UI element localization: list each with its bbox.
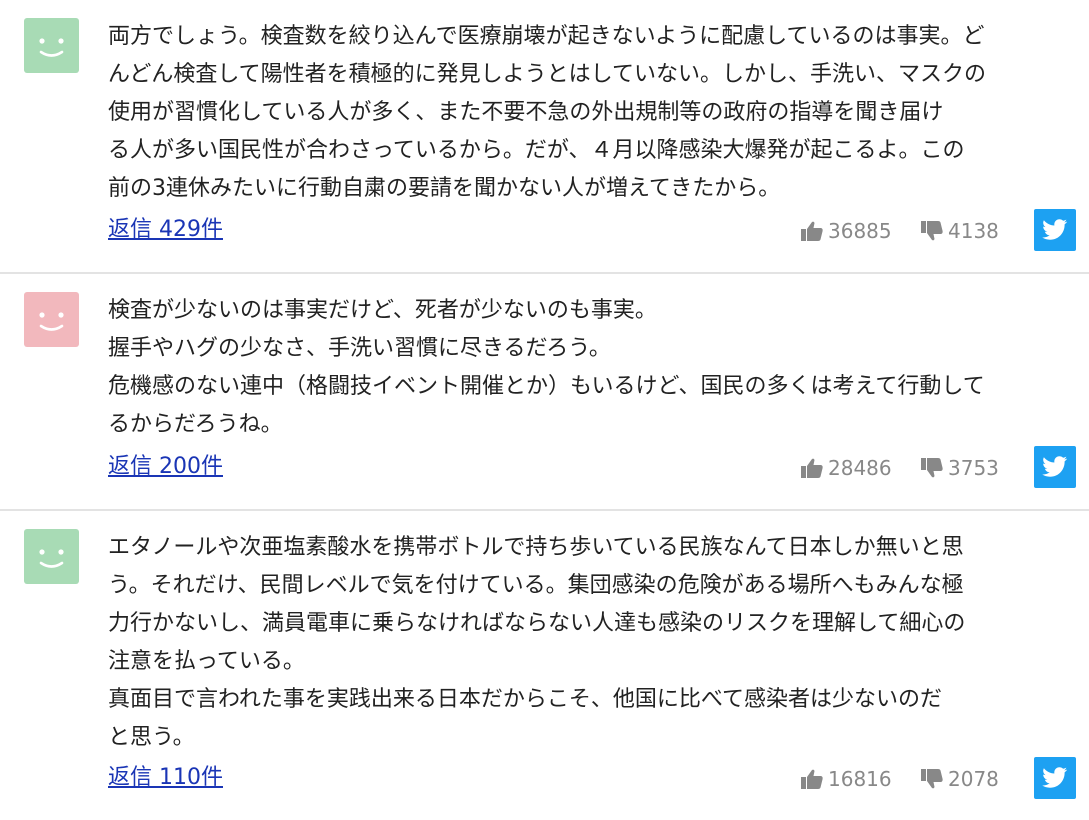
dislike-count: 4138 bbox=[948, 219, 999, 243]
dislike-button[interactable]: 3753 bbox=[920, 455, 999, 481]
twitter-share-button[interactable] bbox=[1034, 209, 1076, 251]
comment-line: るからだろうね。 bbox=[108, 412, 283, 437]
avatar bbox=[24, 292, 79, 347]
like-button[interactable]: 28486 bbox=[800, 455, 892, 481]
dislike-button[interactable]: 4138 bbox=[920, 218, 999, 244]
comment-line: んどん検査して陽性者を積極的に発見しようとはしていない。しかし、手洗い、マスクの bbox=[108, 62, 987, 87]
dislike-count: 2078 bbox=[948, 767, 999, 791]
twitter-icon bbox=[1042, 456, 1068, 477]
comment-text: 両方でしょう。検査数を絞り込んで医療崩壊が起きないように配慮しているのは事実。ど… bbox=[108, 18, 1068, 208]
comment-item: 両方でしょう。検査数を絞り込んで医療崩壊が起きないように配慮しているのは事実。ど… bbox=[0, 0, 1089, 274]
comment-list: 両方でしょう。検査数を絞り込んで医療崩壊が起きないように配慮しているのは事実。ど… bbox=[0, 0, 1089, 820]
comment-item: 検査が少ないのは事実だけど、死者が少ないのも事実。 握手やハグの少なさ、手洗い習… bbox=[0, 274, 1089, 511]
comment-line: エタノールや次亜塩素酸水を携帯ボトルで持ち歩いている民族なんて日本しか無いと思 bbox=[108, 535, 964, 560]
comment-line: と思う。 bbox=[108, 725, 195, 750]
comment-line: 両方でしょう。検査数を絞り込んで医療崩壊が起きないように配慮しているのは事実。ど bbox=[108, 24, 985, 49]
like-count: 36885 bbox=[828, 219, 892, 243]
comment-line: 力行かないし、満員電車に乗らなければならない人達も感染のリスクを理解して細心の bbox=[108, 611, 966, 636]
comment-line: 注意を払っている。 bbox=[108, 649, 305, 674]
twitter-icon bbox=[1042, 219, 1068, 240]
comment-item: エタノールや次亜塩素酸水を携帯ボトルで持ち歩いている民族なんて日本しか無いと思 … bbox=[0, 511, 1089, 820]
reply-link[interactable]: 返信 110件 bbox=[108, 764, 223, 792]
reply-link[interactable]: 返信 429件 bbox=[108, 216, 223, 244]
like-count: 16816 bbox=[828, 767, 892, 791]
thumbs-down-icon bbox=[921, 769, 943, 789]
twitter-share-button[interactable] bbox=[1034, 446, 1076, 488]
comment-text: エタノールや次亜塩素酸水を携帯ボトルで持ち歩いている民族なんて日本しか無いと思 … bbox=[108, 529, 1068, 757]
comment-line: 握手やハグの少なさ、手洗い習慣に尽きるだろう。 bbox=[108, 336, 611, 361]
comment-line: 真面目で言われた事を実践出来る日本だからこそ、他国に比べて感染者は少ないのだ bbox=[108, 687, 943, 712]
twitter-share-button[interactable] bbox=[1034, 757, 1076, 799]
reply-link[interactable]: 返信 200件 bbox=[108, 453, 223, 481]
dislike-button[interactable]: 2078 bbox=[920, 766, 999, 792]
comment-line: 前の3連休みたいに行動自粛の要請を聞かない人が増えてきたから。 bbox=[108, 176, 781, 201]
comment-line: う。それだけ、民間レベルで気を付けている。集団感染の危険がある場所へもみんな極 bbox=[108, 573, 964, 598]
comment-text: 検査が少ないのは事実だけど、死者が少ないのも事実。 握手やハグの少なさ、手洗い習… bbox=[108, 292, 1068, 444]
comment-line: 検査が少ないのは事実だけど、死者が少ないのも事実。 bbox=[108, 298, 657, 323]
like-count: 28486 bbox=[828, 456, 892, 480]
twitter-icon bbox=[1042, 767, 1068, 788]
avatar bbox=[24, 18, 79, 73]
thumbs-down-icon bbox=[921, 221, 943, 241]
thumbs-up-icon bbox=[801, 458, 823, 478]
smile-face-icon bbox=[39, 38, 64, 57]
dislike-count: 3753 bbox=[948, 456, 999, 480]
avatar bbox=[24, 529, 79, 584]
smile-face-icon bbox=[39, 312, 64, 331]
thumbs-up-icon bbox=[801, 221, 823, 241]
comment-line: 危機感のない連中（格闘技イベント開催とか）もいるけど、国民の多くは考えて行動して bbox=[108, 374, 985, 399]
like-button[interactable]: 16816 bbox=[800, 766, 892, 792]
smile-face-icon bbox=[39, 549, 64, 568]
like-button[interactable]: 36885 bbox=[800, 218, 892, 244]
comment-line: る人が多い国民性が合わさっているから。だが、４月以降感染大爆発が起こるよ。この bbox=[108, 138, 965, 163]
thumbs-down-icon bbox=[921, 458, 943, 478]
comment-line: 使用が習慣化している人が多く、また不要不急の外出規制等の政府の指導を聞き届け bbox=[108, 100, 944, 125]
thumbs-up-icon bbox=[801, 769, 823, 789]
